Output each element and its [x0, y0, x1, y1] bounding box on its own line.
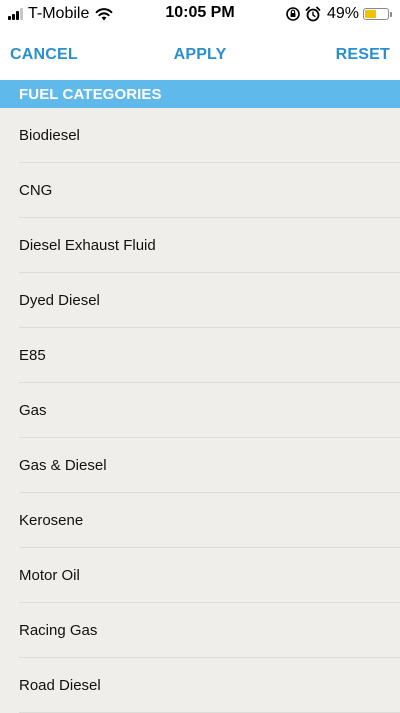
list-item-kerosene[interactable]: Kerosene — [0, 493, 400, 548]
list-item-diesel-exhaust-fluid[interactable]: Diesel Exhaust Fluid — [0, 218, 400, 273]
list-item-label: CNG — [19, 182, 53, 199]
list-item-gas-and-diesel[interactable]: Gas & Diesel — [0, 438, 400, 493]
battery-level — [365, 10, 376, 18]
section-title: FUEL CATEGORIES — [19, 86, 162, 103]
battery-icon — [363, 8, 389, 20]
list-item-label: E85 — [19, 347, 46, 364]
list-item-label: Kerosene — [19, 512, 84, 529]
status-bar: T-Mobile 10:05 PM 49% — [0, 0, 400, 28]
list-item-label: Motor Oil — [19, 567, 80, 584]
nav-bar: CANCEL APPLY RESET — [0, 28, 400, 80]
status-right: 49% — [281, 4, 392, 24]
fuel-category-list: Biodiesel CNG Diesel Exhaust Fluid Dyed … — [0, 108, 400, 713]
list-item-cng[interactable]: CNG — [0, 163, 400, 218]
battery-nub — [390, 11, 392, 17]
list-item-racing-gas[interactable]: Racing Gas — [0, 603, 400, 658]
list-item-motor-oil[interactable]: Motor Oil — [0, 548, 400, 603]
reset-button[interactable]: RESET — [336, 46, 390, 64]
list-item-label: Road Diesel — [19, 677, 101, 694]
list-item-label: Gas & Diesel — [19, 457, 107, 474]
list-item-label: Diesel Exhaust Fluid — [19, 237, 156, 254]
list-item-biodiesel[interactable]: Biodiesel — [0, 108, 400, 163]
orientation-lock-icon — [286, 7, 300, 21]
section-header-fuel-categories: FUEL CATEGORIES — [0, 80, 400, 108]
list-item-label: Racing Gas — [19, 622, 98, 639]
list-item-label: Gas — [19, 402, 47, 419]
list-item-label: Dyed Diesel — [19, 292, 100, 309]
list-item-e85[interactable]: E85 — [0, 328, 400, 383]
alarm-icon — [305, 6, 321, 22]
list-item-dyed-diesel[interactable]: Dyed Diesel — [0, 273, 400, 328]
list-item-gas[interactable]: Gas — [0, 383, 400, 438]
battery-percent: 49% — [326, 5, 359, 22]
list-item-label: Biodiesel — [19, 127, 80, 144]
list-item-road-diesel[interactable]: Road Diesel — [0, 658, 400, 713]
